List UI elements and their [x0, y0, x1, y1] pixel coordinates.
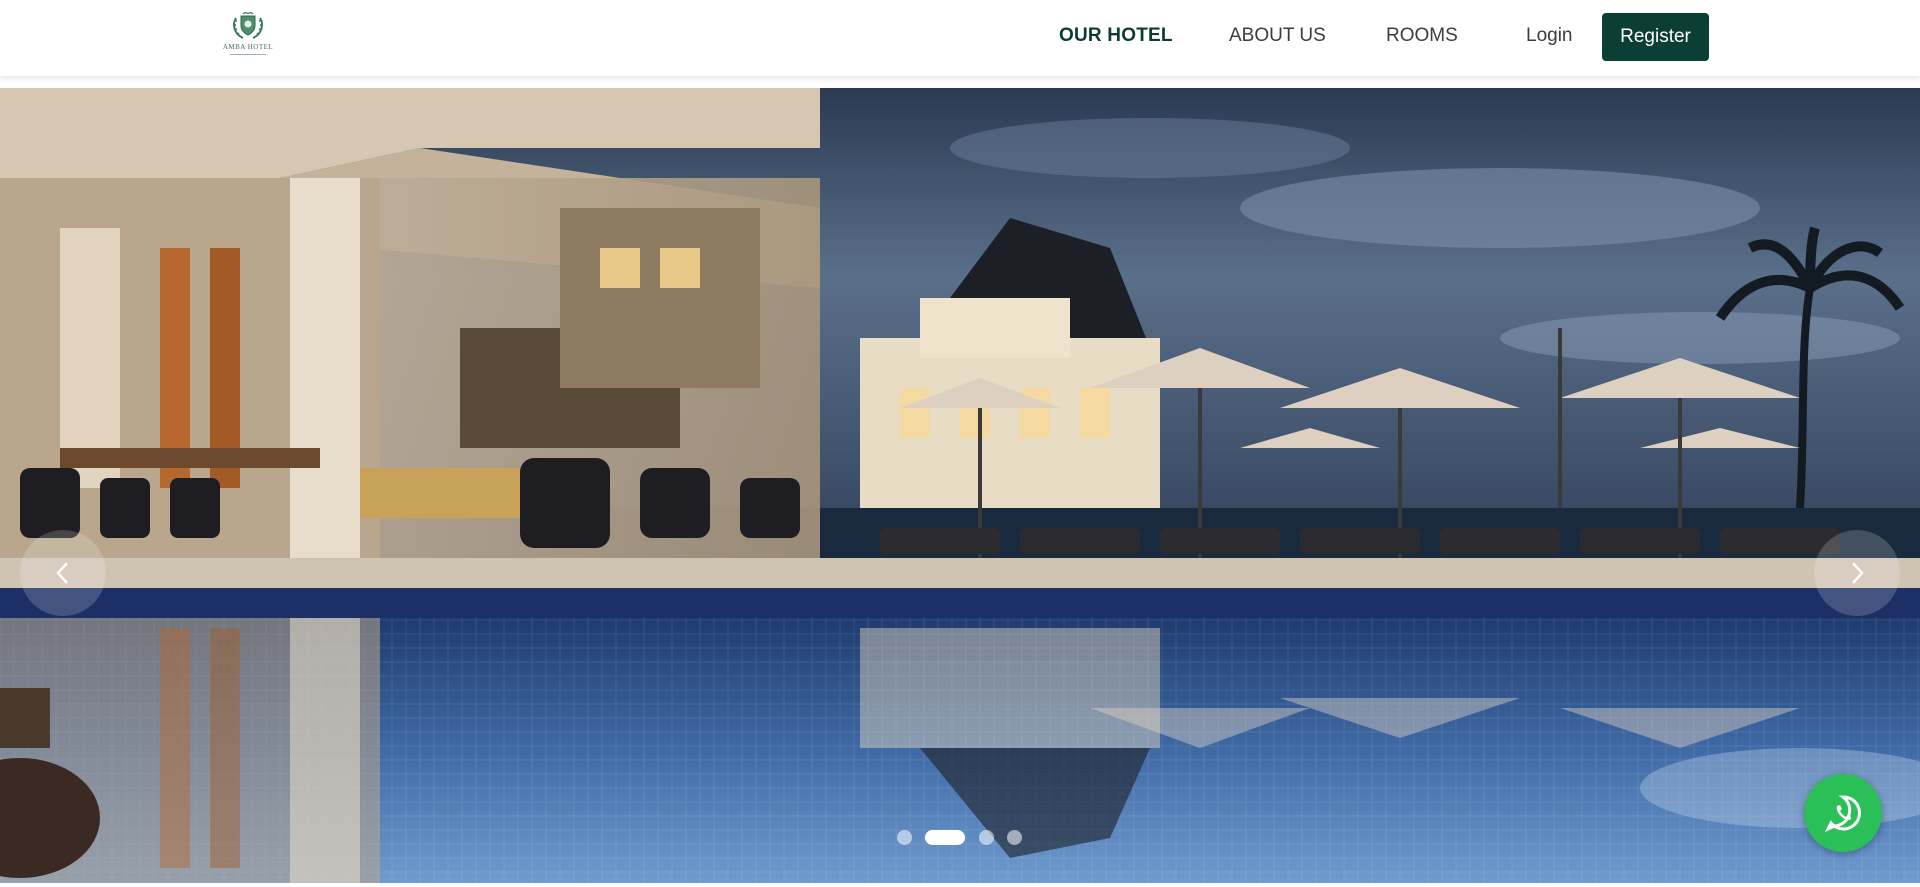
hero-slide-image: [0, 88, 1920, 883]
logo-divider: [230, 54, 266, 55]
carousel-dot-2[interactable]: [925, 830, 965, 845]
register-button[interactable]: Register: [1602, 13, 1709, 61]
whatsapp-icon: [1824, 795, 1861, 833]
chevron-right-icon: [1852, 562, 1864, 584]
hotel-logo[interactable]: AMBA HOTEL: [222, 12, 274, 58]
whatsapp-chat-button[interactable]: [1804, 774, 1882, 852]
chevron-left-icon: [56, 562, 68, 584]
crest-logo-icon: [233, 12, 263, 39]
nav-about-us[interactable]: ABOUT US: [1229, 25, 1326, 47]
carousel-dot-3[interactable]: [979, 830, 994, 845]
carousel-next-button[interactable]: [1814, 530, 1900, 616]
logo-text: AMBA HOTEL: [222, 43, 274, 51]
carousel-indicators: [0, 828, 1920, 846]
hero-carousel: [0, 88, 1920, 883]
nav-our-hotel[interactable]: OUR HOTEL: [1059, 25, 1173, 47]
nav-rooms[interactable]: ROOMS: [1386, 25, 1458, 47]
carousel-prev-button[interactable]: [20, 530, 106, 616]
carousel-dot-1[interactable]: [897, 830, 912, 845]
top-navbar: AMBA HOTEL OUR HOTEL ABOUT US ROOMS Logi…: [0, 0, 1920, 76]
carousel-dot-4[interactable]: [1007, 830, 1022, 845]
login-link[interactable]: Login: [1526, 25, 1573, 47]
